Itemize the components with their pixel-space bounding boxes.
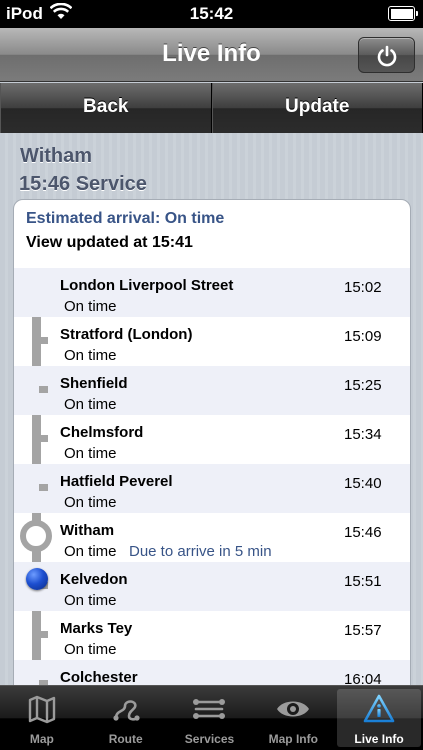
stop-name: London Liverpool Street (60, 277, 234, 294)
stop-name: Marks Tey (60, 620, 133, 637)
tab-live-info[interactable]: Live Info (337, 689, 421, 747)
stop-name: Colchester (60, 669, 138, 686)
toolbar: Back Update (0, 83, 423, 133)
battery-fill (390, 8, 413, 19)
update-button[interactable]: Update (211, 83, 423, 133)
stop-name: Witham (60, 522, 115, 539)
service-label: 15:46 Service (19, 173, 147, 195)
stop-row[interactable]: Shenfield On time 15:25 (14, 366, 410, 415)
stop-time: 15:57 (344, 622, 382, 639)
stop-status: On time (64, 347, 117, 364)
map-icon (28, 695, 56, 724)
live-info-card: Estimated arrival: On time View updated … (13, 199, 411, 699)
stop-tick (39, 435, 48, 442)
clock: 15:42 (189, 4, 234, 23)
tab-map-label: Map (29, 732, 54, 746)
battery-icon (388, 6, 418, 21)
tab-services-label: Services (184, 732, 235, 746)
stop-status: On time (64, 641, 117, 658)
train-position-marker (26, 568, 48, 590)
stop-row[interactable]: Marks Tey On time 15:57 (14, 611, 410, 660)
stop-status: On time (64, 494, 117, 511)
tab-map-info-label: Map Info (268, 732, 318, 746)
view-updated: View updated at 15:41 (26, 234, 193, 251)
stop-status: On time (64, 298, 117, 315)
station-name: Witham (20, 145, 93, 167)
stop-name: Hatfield Peverel (60, 473, 173, 490)
nav-bar: Live Info (0, 28, 423, 82)
stop-tick (39, 337, 48, 344)
stop-time: 15:25 (344, 377, 382, 394)
power-button[interactable] (358, 37, 415, 73)
stop-row[interactable]: Kelvedon On time 15:51 (14, 562, 410, 611)
stop-time: 15:34 (344, 426, 382, 443)
stop-row[interactable]: Hatfield Peverel On time 15:40 (14, 464, 410, 513)
stop-name: Stratford (London) (60, 326, 193, 343)
stop-status: On time (64, 592, 117, 609)
stop-tick (39, 631, 48, 638)
stop-row[interactable]: London Liverpool Street On time 15:02 (14, 268, 410, 317)
tab-route[interactable]: Route (84, 686, 168, 750)
info-icon (363, 694, 395, 723)
route-icon (113, 700, 140, 721)
stop-time: 15:02 (344, 279, 382, 296)
tab-live-info-label: Live Info (354, 732, 404, 746)
stop-list: London Liverpool Street On time 15:02 St… (14, 268, 410, 698)
estimated-arrival: Estimated arrival: On time (26, 210, 225, 227)
stop-status: On time (64, 396, 117, 413)
tab-map-info[interactable]: Map Info (251, 686, 335, 750)
tab-map[interactable]: Map (0, 686, 84, 750)
stop-status: On time (64, 445, 117, 462)
tab-bar: Map Route Services Map Info Live Info (0, 685, 423, 750)
services-icon (193, 699, 226, 719)
back-button[interactable]: Back (0, 83, 212, 133)
service-header: Witham 15:46 Service (19, 142, 147, 198)
stop-time: 15:09 (344, 328, 382, 345)
stop-row[interactable]: Chelmsford On time 15:34 (14, 415, 410, 464)
current-stop-ring (20, 520, 52, 552)
stop-row[interactable]: Stratford (London) On time 15:09 (14, 317, 410, 366)
eye-icon (277, 701, 310, 717)
stop-tick (39, 386, 48, 393)
stop-name: Shenfield (60, 375, 128, 392)
stop-row-current[interactable]: Witham On time Due to arrive in 5 min 15… (14, 513, 410, 562)
power-icon (377, 45, 397, 67)
stop-time: 15:46 (344, 524, 382, 541)
stop-status: On time (64, 543, 117, 560)
arrival-note: Due to arrive in 5 min (129, 543, 272, 560)
stop-name: Chelmsford (60, 424, 144, 441)
stop-name: Kelvedon (60, 571, 128, 588)
stop-time: 15:40 (344, 475, 382, 492)
tab-route-label: Route (108, 732, 143, 746)
tab-services[interactable]: Services (168, 686, 252, 750)
stop-time: 15:51 (344, 573, 382, 590)
status-bar: iPod 15:42 (0, 0, 423, 28)
stop-tick (39, 484, 48, 491)
